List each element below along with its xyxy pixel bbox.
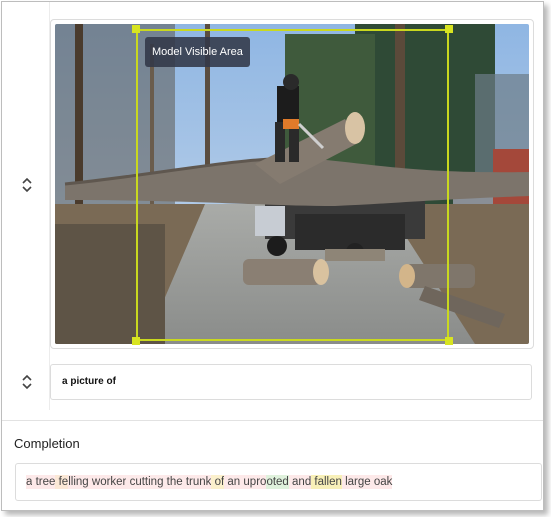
completion-token: oted — [266, 475, 289, 489]
completion-text: a tree felling worker cutting the trunk … — [26, 464, 393, 500]
completion-token: the — [163, 475, 183, 489]
resize-handle-top-left[interactable] — [132, 25, 140, 33]
completion-panel: Model Visible Area a picture of Completi… — [1, 1, 544, 511]
completion-token: tree — [32, 475, 56, 489]
completion-token: an — [224, 475, 241, 489]
chevron-up-down-icon — [22, 374, 32, 390]
completion-token: trunk — [182, 475, 212, 489]
completion-token: large — [341, 475, 371, 489]
completion-token: lling — [68, 475, 89, 489]
completion-token: cutting — [126, 475, 164, 489]
completion-heading: Completion — [14, 436, 80, 451]
reorder-prompt-stepper-icon[interactable] — [20, 374, 34, 390]
completion-token: fallen — [311, 475, 342, 489]
completion-token: upro — [240, 475, 267, 489]
completion-token: and — [288, 475, 312, 489]
resize-handle-bottom-left[interactable] — [132, 337, 140, 345]
section-divider — [2, 420, 543, 421]
completion-output: a tree felling worker cutting the trunk … — [15, 463, 542, 501]
resize-handle-top-right[interactable] — [445, 25, 453, 33]
model-visible-area-label: Model Visible Area — [145, 37, 250, 67]
prompt-text: a picture of — [62, 376, 116, 387]
completion-token: fe — [55, 475, 69, 489]
completion-token: oak — [370, 475, 393, 489]
prompt-input[interactable]: a picture of — [50, 364, 532, 400]
model-visible-area-frame[interactable] — [136, 29, 449, 341]
chevron-up-down-icon — [22, 177, 32, 193]
completion-token: of — [211, 475, 225, 489]
reorder-image-stepper-icon[interactable] — [20, 177, 34, 193]
completion-token: worker — [88, 475, 127, 489]
resize-handle-bottom-right[interactable] — [445, 337, 453, 345]
